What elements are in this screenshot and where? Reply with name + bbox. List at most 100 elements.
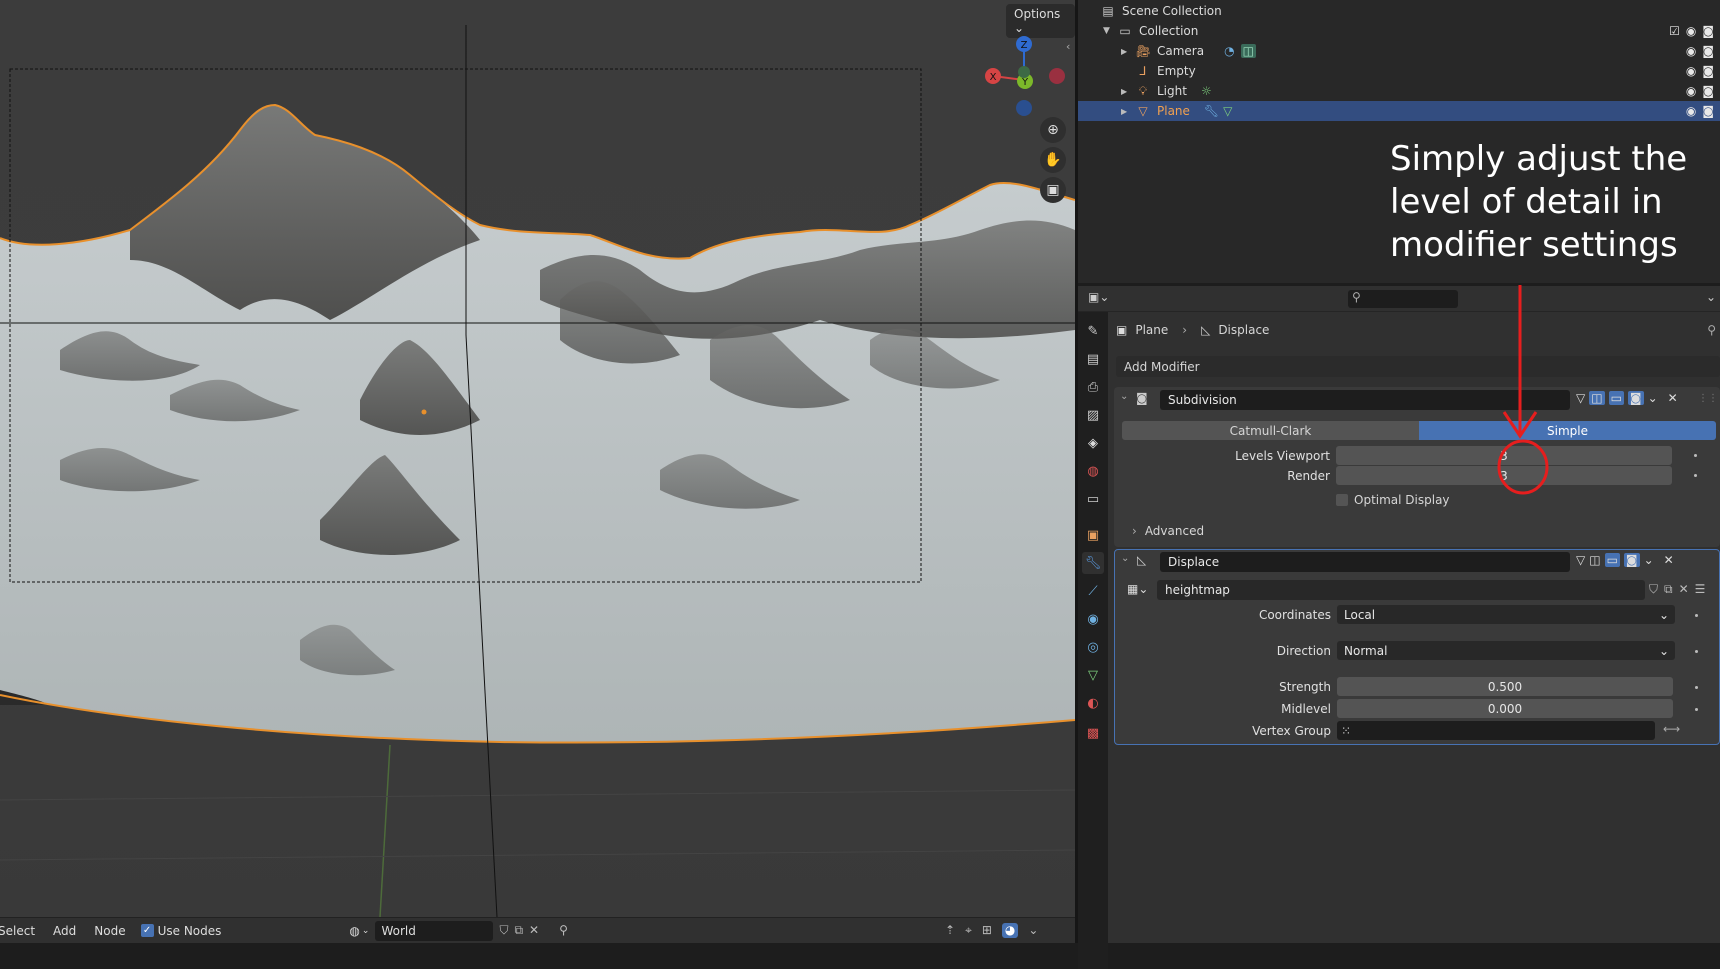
navigation-gizmo[interactable]: Z X Y — [975, 30, 1065, 120]
chevron-down-icon[interactable]: ⌄ — [1648, 391, 1658, 405]
pin-icon[interactable]: ⚲ — [1707, 323, 1716, 337]
pan-hand-icon[interactable]: ✋ — [1040, 147, 1066, 173]
outliner-item-empty[interactable]: ⅃ Empty ◉ ◙ — [1078, 61, 1720, 81]
camera-view-icon[interactable]: ▣ — [1040, 177, 1066, 203]
coordinates-dropdown[interactable]: Local ⌄ — [1337, 605, 1675, 624]
expand-arrow-icon[interactable]: ▼ — [1103, 26, 1117, 36]
zoom-icon[interactable]: ⊕ — [1040, 117, 1066, 143]
constraints-tab-icon[interactable]: ◎ — [1082, 636, 1104, 658]
menu-add[interactable]: Add — [44, 924, 85, 938]
expand-arrow-icon[interactable]: ▶ — [1121, 87, 1135, 96]
checkbox-icon[interactable]: ☑ — [1669, 24, 1680, 38]
texture-name-field[interactable]: heightmap — [1157, 580, 1645, 600]
outliner-item-plane[interactable]: ▶ ▽ Plane 🔧︎ ▽ ◉ ◙ — [1078, 101, 1720, 121]
edit-cage-icon[interactable]: ▽ — [1576, 553, 1585, 567]
render-levels-field[interactable]: 3 — [1336, 466, 1672, 485]
render-icon[interactable]: ◙ — [1627, 391, 1644, 405]
tool-tab-icon[interactable]: ✎ — [1082, 320, 1104, 342]
overlay-icon[interactable]: ◕ — [1001, 923, 1019, 938]
render-tab-icon[interactable]: ▤ — [1082, 348, 1104, 370]
close-icon[interactable]: ✕ — [1664, 553, 1674, 567]
midlevel-field[interactable]: 0.000 — [1337, 699, 1673, 718]
viewport-display-icon[interactable]: ▭ — [1604, 553, 1620, 567]
collection-tab-icon[interactable]: ▭ — [1082, 488, 1104, 510]
direction-dropdown[interactable]: Normal ⌄ — [1337, 641, 1675, 660]
pin-icon[interactable]: ⚲ — [559, 923, 568, 938]
viewport-display-icon[interactable]: ▭ — [1608, 391, 1624, 405]
render-camera-icon[interactable]: ◙ — [1702, 84, 1714, 98]
chevron-down-icon[interactable]: ⌄ — [1028, 923, 1038, 938]
search-input[interactable]: ⚲ — [1348, 290, 1458, 308]
outliner-item-light[interactable]: ▶ 💡︎ Light ☼ ◉ ◙ — [1078, 81, 1720, 101]
edit-cage-icon[interactable]: ▽ — [1576, 391, 1585, 405]
keyframe-dot-icon[interactable] — [1694, 474, 1697, 477]
scene-tab-icon[interactable]: ◈ — [1082, 432, 1104, 454]
view-layer-tab-icon[interactable]: ▨ — [1082, 404, 1104, 426]
object-tab-icon[interactable]: ▣ — [1082, 524, 1104, 546]
keyframe-dot-icon[interactable] — [1695, 708, 1698, 711]
optimal-display-toggle[interactable]: Optimal Display — [1336, 493, 1450, 507]
material-tab-icon[interactable]: ◐ — [1082, 692, 1104, 714]
shield-icon[interactable]: ⛉ — [1649, 582, 1658, 597]
close-icon[interactable]: ✕ — [1679, 582, 1689, 597]
snap-icon[interactable]: ⌖ — [965, 923, 972, 938]
texture-tab-icon[interactable]: ▩ — [1082, 722, 1104, 744]
eye-icon[interactable]: ◉ — [1686, 44, 1696, 58]
modifier-tab-wrench-icon[interactable]: 🔧︎ — [1082, 552, 1104, 574]
duplicate-icon[interactable]: ⧉ — [514, 923, 523, 938]
world-name-field[interactable]: World — [375, 920, 494, 941]
sidebar-toggle-icon[interactable]: ‹ — [1066, 40, 1070, 53]
close-icon[interactable]: ✕ — [1668, 391, 1678, 405]
render-camera-icon[interactable]: ◙ — [1702, 64, 1714, 78]
collapse-arrow-icon[interactable]: ⌄ — [1121, 553, 1129, 564]
duplicate-icon[interactable]: ⧉ — [1664, 582, 1673, 597]
keyframe-dot-icon[interactable] — [1695, 650, 1698, 653]
data-tab-icon[interactable]: ▽ — [1082, 664, 1104, 686]
render-camera-icon[interactable]: ◙ — [1702, 24, 1714, 38]
3d-viewport[interactable]: Options ⌄ ‹ Z X Y ⊕ ✋ ▣ — [0, 0, 1075, 917]
expand-arrow-icon[interactable]: ▶ — [1121, 107, 1135, 116]
outliner-item-camera[interactable]: ▶ 🎥︎ Camera ◔ ◫ ◉ ◙ — [1078, 41, 1720, 61]
catmull-clark-button[interactable]: Catmull-Clark — [1122, 421, 1419, 440]
render-camera-icon[interactable]: ◙ — [1702, 44, 1714, 58]
world-tab-icon[interactable]: ◍ — [1082, 460, 1104, 482]
simple-button[interactable]: Simple — [1419, 421, 1716, 440]
render-icon[interactable]: ◙ — [1623, 553, 1640, 567]
chevron-down-icon[interactable]: ⌄ — [1706, 290, 1716, 304]
eye-icon[interactable]: ◉ — [1686, 84, 1696, 98]
menu-node[interactable]: Node — [85, 924, 134, 938]
invert-arrows-icon[interactable]: ⟷ — [1663, 722, 1680, 736]
add-modifier-button[interactable]: Add Modifier — [1116, 356, 1720, 377]
expand-arrow-icon[interactable]: ▶ — [1121, 47, 1135, 56]
parent-icon[interactable]: ⇡ — [945, 923, 955, 938]
outliner-collection[interactable]: ▼ ▭ Collection ☑ ◉ ◙ — [1078, 21, 1720, 41]
output-tab-icon[interactable]: ⎙ — [1082, 376, 1104, 398]
use-nodes-toggle[interactable]: ✓ Use Nodes — [140, 924, 221, 938]
particles-tab-icon[interactable]: ⟋ — [1082, 580, 1104, 602]
menu-select[interactable]: Select — [0, 924, 44, 938]
drag-handle-icon[interactable]: ⋮⋮ — [1698, 393, 1718, 404]
keyframe-dot-icon[interactable] — [1695, 686, 1698, 689]
levels-viewport-field[interactable]: 3 — [1336, 446, 1672, 465]
strength-field[interactable]: 0.500 — [1337, 677, 1673, 696]
chevron-down-icon[interactable]: ⌄ — [1644, 553, 1654, 567]
render-camera-icon[interactable]: ◙ — [1702, 104, 1714, 118]
vertex-group-field[interactable]: ⁙ — [1337, 721, 1655, 740]
collapse-arrow-icon[interactable]: ⌄ — [1120, 391, 1128, 402]
advanced-subpanel[interactable]: › Advanced — [1132, 524, 1204, 538]
physics-tab-icon[interactable]: ◉ — [1082, 608, 1104, 630]
outliner-scene-collection[interactable]: ▤ Scene Collection — [1078, 1, 1720, 21]
keyframe-dot-icon[interactable] — [1694, 454, 1697, 457]
editor-type-icon[interactable]: ▣⌄ — [1088, 290, 1109, 304]
eye-icon[interactable]: ◉ — [1686, 24, 1696, 38]
close-icon[interactable]: ✕ — [529, 923, 539, 938]
world-type-dropdown[interactable]: ◍ ⌄ — [349, 924, 369, 938]
displace-name-field[interactable]: Displace — [1160, 552, 1570, 572]
eye-icon[interactable]: ◉ — [1686, 64, 1696, 78]
edit-mode-icon[interactable]: ◫ — [1589, 553, 1600, 567]
edit-mode-icon[interactable]: ◫ — [1589, 391, 1605, 405]
keyframe-dot-icon[interactable] — [1695, 614, 1698, 617]
texture-checker-icon[interactable]: ▦⌄ — [1127, 582, 1148, 596]
eye-icon[interactable]: ◉ — [1686, 104, 1696, 118]
texture-settings-icon[interactable]: ☰ — [1695, 582, 1706, 597]
